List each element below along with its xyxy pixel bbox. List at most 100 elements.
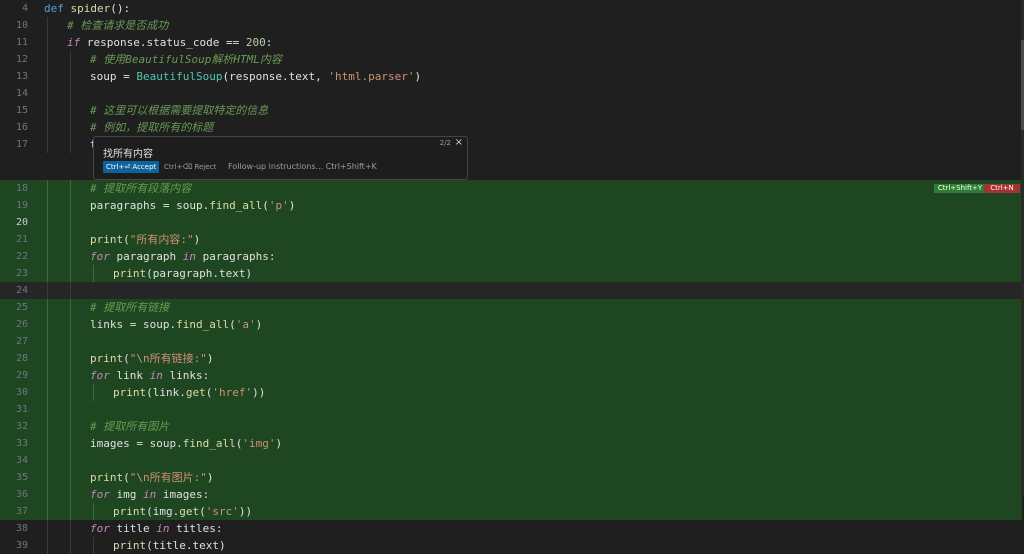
code-line[interactable]: 35 print("\n所有图片:")	[0, 469, 1022, 486]
accept-button[interactable]: Ctrl+⏎ Accept	[103, 161, 160, 173]
code-text[interactable]: links = soup.find_all('a')	[90, 316, 262, 333]
inline-chat-prompt[interactable]: 找所有内容	[103, 145, 153, 160]
code-line[interactable]: 13 soup = BeautifulSoup(response.text, 'h…	[0, 68, 1022, 85]
close-icon[interactable]: ×	[455, 137, 463, 148]
code-line[interactable]: 32 # 提取所有图片	[0, 418, 1022, 435]
code-line[interactable]: 22 for paragraph in paragraphs:	[0, 248, 1022, 265]
code-text[interactable]: paragraphs = soup.find_all('p')	[90, 197, 295, 214]
code-line[interactable]: 33 images = soup.find_all('img')	[0, 435, 1022, 452]
code-line[interactable]: 26 links = soup.find_all('a')	[0, 316, 1022, 333]
code-line[interactable]: 16 # 例如，提取所有的标题	[0, 119, 1022, 136]
code-line[interactable]: 34	[0, 452, 1022, 469]
code-line[interactable]: 39 print(title.text)	[0, 537, 1022, 554]
code-token: images = soup.	[90, 437, 183, 450]
line-number: 15	[15, 105, 28, 116]
code-token: (title.text)	[146, 539, 226, 552]
code-text[interactable]: # 提取所有链接	[90, 299, 169, 316]
code-line[interactable]: 30 print(link.get('href'))	[0, 384, 1022, 401]
code-text[interactable]: # 使用BeautifulSoup解析HTML内容	[90, 51, 282, 68]
code-token: ():	[110, 2, 131, 15]
code-line[interactable]: 18 # 提取所有段落内容	[0, 180, 1022, 197]
line-number: 11	[15, 37, 28, 48]
indent-guide	[47, 231, 48, 248]
code-line[interactable]: 38 for title in titles:	[0, 520, 1022, 537]
code-line[interactable]: 20	[0, 214, 1022, 231]
code-text[interactable]: print("所有内容:")	[90, 231, 200, 248]
code-line[interactable]: 12 # 使用BeautifulSoup解析HTML内容	[0, 51, 1022, 68]
code-line[interactable]: 24	[0, 282, 1022, 299]
code-text[interactable]: print(img.get('src'))	[113, 503, 252, 520]
reject-diff-button[interactable]: Ctrl+N	[984, 184, 1020, 193]
indent-guide	[93, 503, 94, 520]
code-token: (	[199, 505, 206, 518]
code-line[interactable]: 15 # 这里可以根据需要提取特定的信息	[0, 102, 1022, 119]
code-line[interactable]: 36 for img in images:	[0, 486, 1022, 503]
code-line[interactable]: 27	[0, 333, 1022, 350]
code-token: print	[113, 539, 147, 552]
code-line[interactable]: 10 # 检查请求是否成功	[0, 17, 1022, 34]
indent-guide	[93, 537, 94, 554]
indent-guide	[47, 197, 48, 214]
indent-guide	[70, 51, 71, 68]
code-text[interactable]: soup = BeautifulSoup(response.text, 'htm…	[90, 68, 421, 85]
indent-guide	[47, 452, 48, 469]
code-token: (response.text,	[222, 70, 329, 83]
code-line[interactable]: 19 paragraphs = soup.find_all('p')	[0, 197, 1022, 214]
indent-guide	[47, 68, 48, 85]
code-text[interactable]: print(paragraph.text)	[113, 265, 252, 282]
code-line[interactable]: 29 for link in links:	[0, 367, 1022, 384]
code-text[interactable]: # 检查请求是否成功	[67, 17, 168, 34]
code-token: # 例如，提取所有的标题	[90, 121, 214, 134]
code-text[interactable]: if response.status_code == 200:	[67, 34, 272, 51]
code-line[interactable]: 31	[0, 401, 1022, 418]
followup-input[interactable]: Follow-up instructions... Ctrl+Shift+K	[228, 161, 377, 173]
code-text[interactable]: print(title.text)	[113, 537, 226, 554]
code-editor[interactable]: 4 def spider(): 10 # 检查请求是否成功 11 if response.…	[0, 0, 1024, 554]
code-text[interactable]: # 这里可以根据需要提取特定的信息	[90, 102, 268, 119]
indent-guide	[70, 384, 71, 401]
accept-diff-button[interactable]: Ctrl+Shift+Y	[934, 184, 986, 193]
code-line[interactable]: 14	[0, 85, 1022, 102]
code-line[interactable]: 11 if response.status_code == 200:	[0, 34, 1022, 51]
code-text[interactable]: print("\n所有链接:")	[90, 350, 214, 367]
code-text[interactable]: def spider():	[44, 0, 130, 17]
line-number: 27	[15, 336, 28, 347]
indent-guide	[70, 265, 71, 282]
code-line[interactable]: 21 print("所有内容:")	[0, 231, 1022, 248]
code-line[interactable]: 23 print(paragraph.text)	[0, 265, 1022, 282]
code-line[interactable]: 28 print("\n所有链接:")	[0, 350, 1022, 367]
code-text[interactable]: for title in titles:	[90, 520, 222, 537]
code-token: 'html.parser'	[328, 70, 415, 83]
code-token: def	[44, 2, 71, 15]
code-text[interactable]: # 例如，提取所有的标题	[90, 119, 213, 136]
code-token: in	[156, 522, 177, 535]
line-number: 13	[15, 71, 28, 82]
code-text[interactable]: print("\n所有图片:")	[90, 469, 214, 486]
code-text[interactable]: # 提取所有图片	[90, 418, 169, 435]
code-token: "\n所有链接:"	[129, 352, 207, 365]
code-token: BeautifulSoup	[136, 70, 223, 83]
code-token: "\n所有图片:"	[129, 471, 207, 484]
code-line[interactable]: 4 def spider():	[0, 0, 1022, 17]
indent-guide	[47, 85, 48, 102]
code-text[interactable]: images = soup.find_all('img')	[90, 435, 282, 452]
indent-guide	[70, 537, 71, 554]
code-line[interactable]: 25 # 提取所有链接	[0, 299, 1022, 316]
code-text[interactable]: for paragraph in paragraphs:	[90, 248, 275, 265]
code-token: find_all	[182, 437, 236, 450]
line-number: 31	[15, 404, 28, 415]
code-token: in	[143, 488, 163, 501]
reject-button[interactable]: Ctrl+⌫ Reject	[164, 161, 216, 173]
indent-guide	[70, 136, 71, 153]
code-line[interactable]: 37 print(img.get('src'))	[0, 503, 1022, 520]
code-text[interactable]: # 提取所有段落内容	[90, 180, 191, 197]
code-text[interactable]: for link in links:	[90, 367, 209, 384]
code-token: (img.	[146, 505, 180, 518]
code-token: soup =	[90, 70, 137, 83]
indent-guide	[93, 265, 94, 282]
code-text[interactable]: for img in images:	[90, 486, 209, 503]
inline-chat-widget[interactable]: 找所有内容 2/2 × Ctrl+⏎ Accept Ctrl+⌫ Reject …	[93, 136, 468, 180]
code-text[interactable]: print(link.get('href'))	[113, 384, 265, 401]
indent-guide	[47, 418, 48, 435]
code-token: find_all	[176, 318, 230, 331]
